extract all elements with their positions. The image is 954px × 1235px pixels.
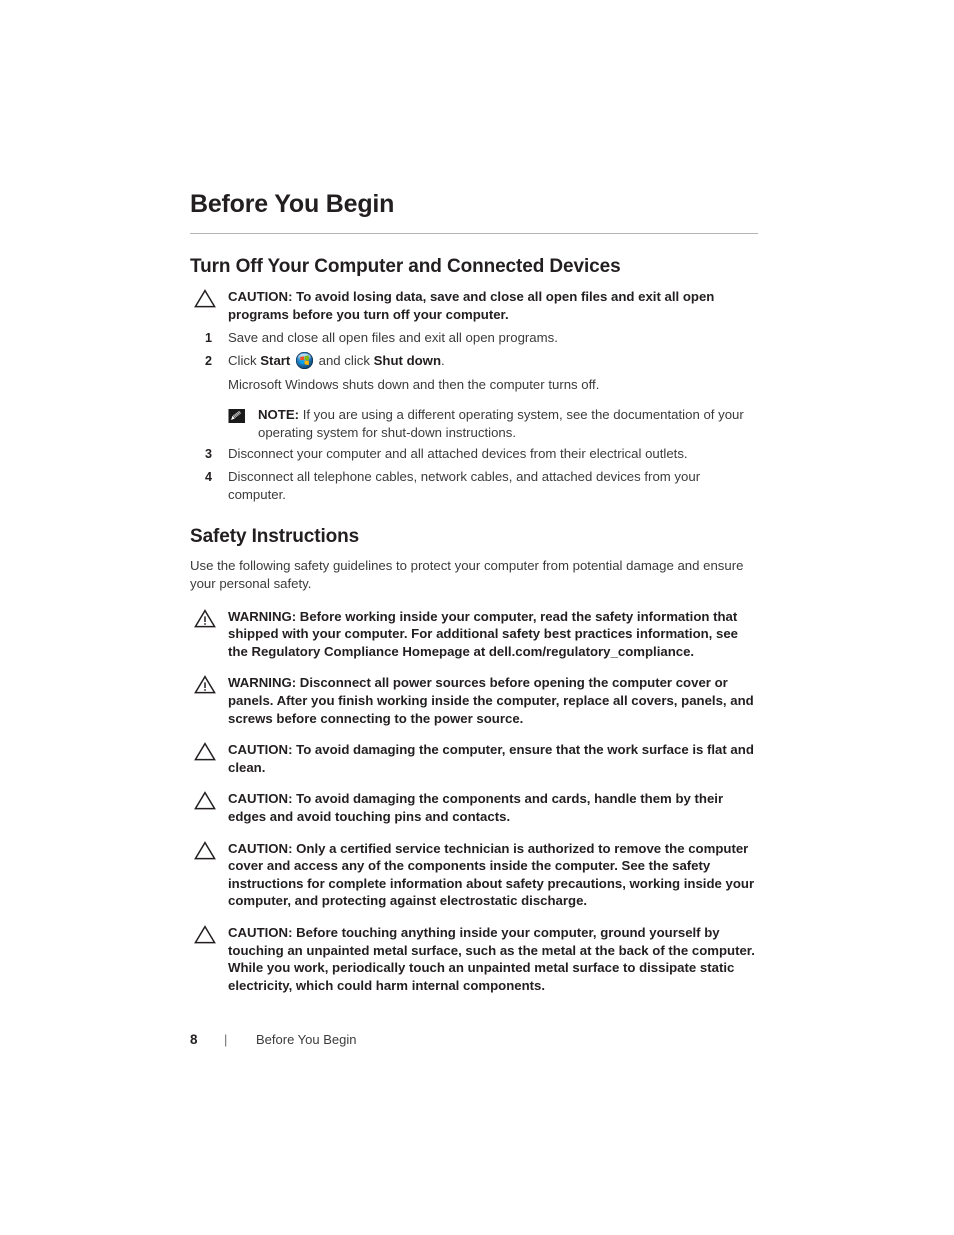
caution-label: CAUTION: bbox=[228, 289, 293, 305]
caution-text: To avoid damaging the components and car… bbox=[228, 791, 724, 824]
shut-down-label: Shut down bbox=[373, 352, 441, 368]
caution-text: Only a certified service technician is a… bbox=[228, 840, 755, 909]
footer-page-number: 8 bbox=[190, 1032, 198, 1047]
note-pencil-icon bbox=[228, 408, 246, 429]
warning-text: Disconnect all power sources before open… bbox=[228, 675, 754, 726]
step-number: 4 bbox=[204, 469, 212, 484]
caution-triangle-icon bbox=[194, 742, 216, 766]
step-text-middle: and click bbox=[314, 352, 374, 368]
page-footer: 8 | Before You Begin bbox=[190, 1032, 356, 1047]
note-block-different-os: NOTE: If you are using a different opera… bbox=[228, 406, 758, 441]
step-text: Save and close all open files and exit a… bbox=[228, 330, 558, 346]
step-text-after: . bbox=[441, 352, 445, 368]
note-text: If you are using a different operating s… bbox=[258, 407, 744, 440]
page-title: Before You Begin bbox=[190, 190, 395, 218]
section-heading-safety: Safety Instructions bbox=[190, 526, 360, 548]
warning-block-read-safety-info: WARNING: Before working inside your comp… bbox=[190, 608, 758, 661]
caution-block-data-loss: CAUTION: To avoid losing data, save and … bbox=[190, 288, 758, 323]
step-1: 1 Save and close all open files and exit… bbox=[190, 329, 758, 347]
warning-block-disconnect-power: WARNING: Disconnect all power sources be… bbox=[190, 674, 758, 727]
caution-triangle-icon bbox=[194, 791, 216, 815]
step-4: 4 Disconnect all telephone cables, netwo… bbox=[190, 468, 758, 505]
caution-block-work-surface: CAUTION: To avoid damaging the computer,… bbox=[190, 741, 758, 776]
caution-label: CAUTION: bbox=[228, 840, 293, 856]
warning-label: WARNING: bbox=[228, 608, 297, 624]
caution-text: To avoid losing data, save and close all… bbox=[228, 289, 715, 322]
caution-block-ground-yourself: CAUTION: Before touching anything inside… bbox=[190, 924, 758, 994]
caution-label: CAUTION: bbox=[228, 742, 293, 758]
step-2: 2 Click Start and click Shut down. bbox=[190, 351, 758, 370]
safety-intro-text: Use the following safety guidelines to p… bbox=[190, 558, 744, 592]
step-text: Disconnect your computer and all attache… bbox=[228, 446, 688, 462]
caution-triangle-icon bbox=[194, 925, 216, 949]
caution-label: CAUTION: bbox=[228, 924, 293, 940]
step-3: 3 Disconnect your computer and all attac… bbox=[190, 445, 758, 463]
note-label: NOTE: bbox=[258, 407, 300, 423]
warning-label: WARNING: bbox=[228, 675, 297, 691]
warning-triangle-icon bbox=[194, 675, 216, 699]
footer-separator: | bbox=[224, 1032, 228, 1047]
warning-text: Before working inside your computer, rea… bbox=[228, 608, 739, 659]
step-text: Disconnect all telephone cables, network… bbox=[228, 468, 701, 502]
procedure-steps-list: 1 Save and close all open files and exit… bbox=[190, 329, 758, 504]
caution-triangle-icon bbox=[194, 289, 216, 313]
title-divider bbox=[190, 232, 758, 235]
section-heading-turn-off: Turn Off Your Computer and Connected Dev… bbox=[190, 256, 621, 278]
caution-block-handle-by-edges: CAUTION: To avoid damaging the component… bbox=[190, 790, 758, 825]
start-menu-label: Start bbox=[260, 352, 291, 368]
step-2-result-text: Microsoft Windows shuts down and then th… bbox=[228, 376, 600, 392]
caution-triangle-icon bbox=[194, 840, 216, 865]
footer-chapter-name: Before You Begin bbox=[256, 1032, 357, 1047]
caution-label: CAUTION: bbox=[228, 791, 293, 807]
step-text-before: Click bbox=[228, 352, 261, 368]
page-content: Before You Begin Turn Off Your Computer … bbox=[190, 0, 758, 994]
step-number: 2 bbox=[204, 353, 212, 368]
windows-start-orb-icon bbox=[295, 351, 314, 369]
step-number: 1 bbox=[204, 331, 212, 346]
step-number: 3 bbox=[204, 447, 212, 462]
warning-triangle-icon bbox=[194, 608, 216, 633]
caution-text: Before touching anything inside your com… bbox=[228, 924, 755, 993]
caution-text: To avoid damaging the computer, ensure t… bbox=[228, 742, 754, 775]
caution-block-certified-technician: CAUTION: Only a certified service techni… bbox=[190, 840, 758, 910]
